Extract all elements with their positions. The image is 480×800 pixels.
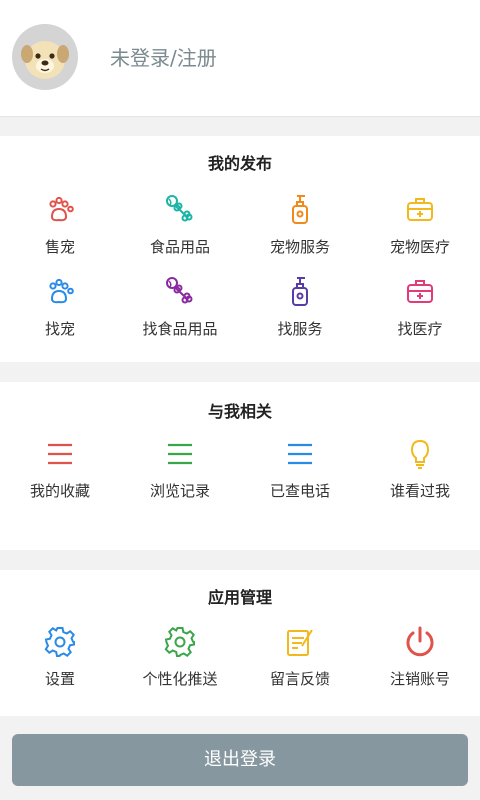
logout-button[interactable]: 退出登录 bbox=[12, 734, 468, 786]
item-label: 已查电话 bbox=[269, 482, 330, 500]
publish-item-food-supplies[interactable]: 食品用品 bbox=[120, 194, 240, 257]
publish-item-find-food-supplies[interactable]: 找食品用品 bbox=[120, 276, 240, 339]
login-register-link[interactable]: 未登录/注册 bbox=[110, 42, 217, 71]
section-title: 与我相关 bbox=[207, 402, 272, 421]
manage-item-personalized-push[interactable]: 个性化推送 bbox=[120, 626, 240, 689]
bone-ball-icon bbox=[166, 195, 193, 222]
item-label: 找医疗 bbox=[397, 320, 443, 338]
avatar[interactable] bbox=[12, 24, 78, 90]
paw-icon bbox=[49, 278, 74, 304]
bone-ball-icon bbox=[166, 277, 193, 304]
item-label: 宠物医疗 bbox=[389, 238, 450, 256]
shampoo-bottle-icon bbox=[292, 277, 308, 306]
related-item-favorites[interactable]: 我的收藏 bbox=[0, 438, 120, 501]
related-item-visitors[interactable]: 谁看过我 bbox=[360, 438, 480, 501]
related-item-checked-phones[interactable]: 已查电话 bbox=[240, 438, 360, 501]
item-label: 留言反馈 bbox=[269, 670, 330, 688]
list-icon bbox=[288, 443, 312, 465]
item-label: 浏览记录 bbox=[149, 482, 210, 500]
related-item-history[interactable]: 浏览记录 bbox=[120, 438, 240, 501]
medical-kit-icon bbox=[407, 198, 433, 221]
related-section: 与我相关 我的收藏 浏览记录 已查电话 谁看过我 bbox=[0, 382, 480, 550]
profile-header: 未登录/注册 bbox=[0, 0, 480, 117]
paw-icon bbox=[49, 196, 74, 222]
publish-item-pet-medical[interactable]: 宠物医疗 bbox=[360, 194, 480, 257]
item-label: 食品用品 bbox=[149, 238, 210, 256]
item-label: 售宠 bbox=[44, 238, 75, 256]
power-icon bbox=[406, 626, 434, 657]
section-title: 应用管理 bbox=[207, 588, 272, 607]
app-management-section: 应用管理 设置 个性化推送 留言反馈 注销账号 bbox=[0, 570, 480, 716]
publish-item-sell-pet[interactable]: 售宠 bbox=[0, 194, 120, 257]
publish-section: 我的发布 售宠 食品用品 宠物服务 宠物医疗 找宠 找食品用品 找服务 找医疗 bbox=[0, 136, 480, 362]
section-title: 我的发布 bbox=[207, 154, 272, 173]
publish-item-find-service[interactable]: 找服务 bbox=[240, 276, 360, 339]
item-label: 我的收藏 bbox=[29, 482, 90, 500]
gear-icon bbox=[44, 627, 75, 657]
list-icon bbox=[168, 443, 192, 465]
item-label: 找服务 bbox=[277, 320, 323, 338]
manage-item-feedback[interactable]: 留言反馈 bbox=[240, 626, 360, 689]
gear-icon bbox=[164, 627, 195, 657]
item-label: 设置 bbox=[44, 670, 75, 688]
manage-item-settings[interactable]: 设置 bbox=[0, 626, 120, 689]
list-icon bbox=[48, 443, 72, 465]
publish-item-find-medical[interactable]: 找医疗 bbox=[360, 276, 480, 339]
lightbulb-icon bbox=[410, 439, 430, 469]
manage-item-deactivate-account[interactable]: 注销账号 bbox=[360, 626, 480, 689]
item-label: 找宠 bbox=[44, 320, 75, 338]
dog-face-icon bbox=[21, 41, 69, 79]
publish-item-find-pet[interactable]: 找宠 bbox=[0, 276, 120, 339]
item-label: 个性化推送 bbox=[142, 670, 218, 688]
edit-note-icon bbox=[287, 629, 313, 656]
item-label: 谁看过我 bbox=[389, 482, 450, 500]
item-label: 宠物服务 bbox=[269, 238, 330, 256]
item-label: 找食品用品 bbox=[142, 320, 218, 338]
medical-kit-icon bbox=[407, 280, 433, 303]
publish-item-pet-service[interactable]: 宠物服务 bbox=[240, 194, 360, 257]
shampoo-bottle-icon bbox=[292, 195, 308, 224]
item-label: 注销账号 bbox=[389, 670, 450, 688]
